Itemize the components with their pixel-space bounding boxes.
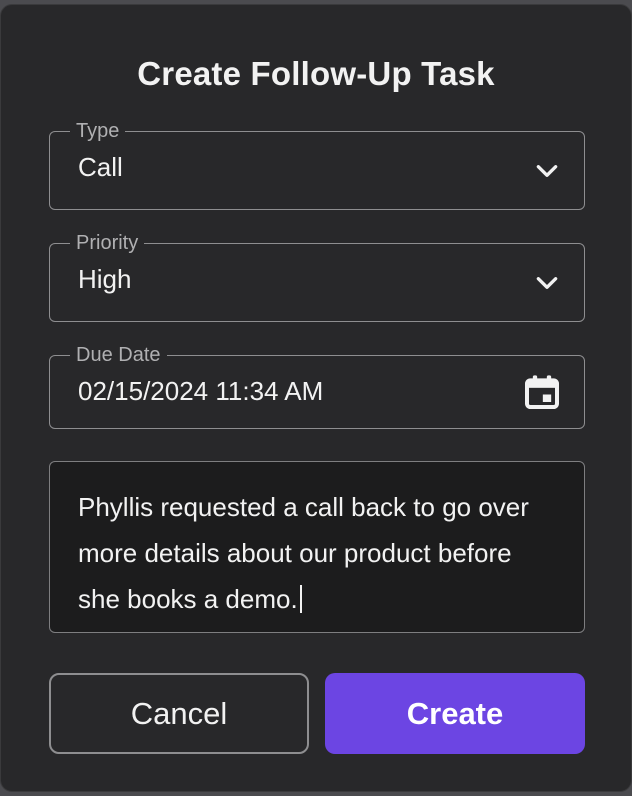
priority-label: Priority bbox=[70, 231, 145, 255]
due-date-field[interactable]: Due Date 02/15/2024 11:34 AM bbox=[49, 343, 585, 429]
calendar-icon[interactable] bbox=[522, 372, 562, 412]
chevron-down-icon bbox=[536, 277, 558, 289]
due-date-value: 02/15/2024 11:34 AM bbox=[78, 376, 324, 406]
create-task-dialog: Create Follow-Up Task Type Call Priority… bbox=[0, 4, 632, 792]
create-button[interactable]: Create bbox=[325, 673, 585, 754]
dialog-title: Create Follow-Up Task bbox=[137, 55, 495, 92]
type-select[interactable]: Type Call bbox=[49, 119, 585, 210]
chevron-down-icon bbox=[536, 165, 558, 177]
priority-select[interactable]: Priority High bbox=[49, 231, 585, 322]
notes-text: Phyllis requested a call back to go over… bbox=[78, 492, 529, 614]
type-label: Type bbox=[70, 119, 126, 143]
notes-textarea[interactable]: Phyllis requested a call back to go over… bbox=[49, 461, 585, 633]
cancel-button[interactable]: Cancel bbox=[49, 673, 309, 754]
type-value: Call bbox=[78, 152, 123, 182]
priority-value: High bbox=[78, 264, 132, 294]
text-cursor bbox=[299, 585, 302, 613]
due-date-label: Due Date bbox=[70, 343, 167, 367]
